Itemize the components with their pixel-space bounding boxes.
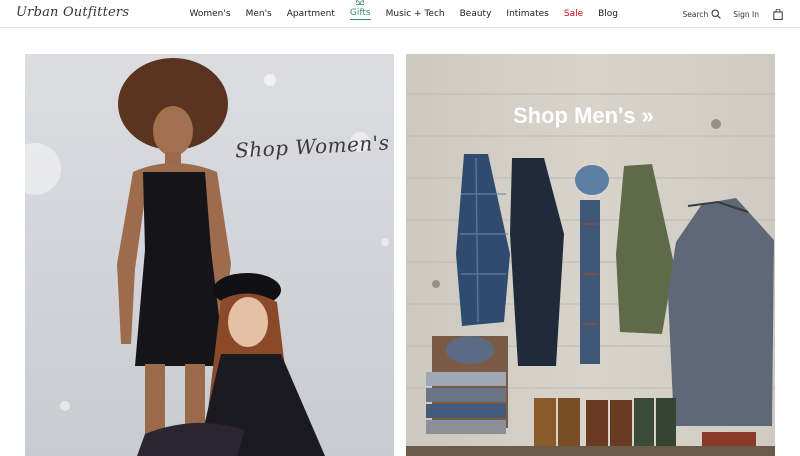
bag-button[interactable]: [773, 8, 783, 20]
main-nav: Women's Men's Apartment Gifts Music + Te…: [182, 0, 626, 28]
search-label: Search: [682, 9, 709, 19]
shopping-bag-icon: [773, 8, 783, 20]
nav-item-womens[interactable]: Women's: [190, 9, 231, 19]
gift-bow-icon: [356, 0, 365, 5]
logo-text: Urban Outfitters: [16, 5, 130, 20]
site-header: Urban Outfitters Women's Men's Apartment…: [0, 0, 800, 28]
search-button[interactable]: Search: [683, 9, 722, 19]
sign-in-link[interactable]: Sign In: [733, 10, 759, 19]
nav-item-blog[interactable]: Blog: [598, 9, 618, 19]
search-icon: [711, 9, 722, 19]
nav-item-sale[interactable]: Sale: [564, 9, 583, 19]
nav-item-gifts[interactable]: Gifts: [349, 0, 371, 20]
nav-item-gifts-label: Gifts: [349, 8, 371, 18]
nav-item-intimates[interactable]: Intimates: [506, 9, 548, 19]
nav-item-music-tech[interactable]: Music + Tech: [386, 9, 445, 19]
shop-mens-link[interactable]: Shop Men's »: [513, 103, 654, 129]
shop-womens-tile[interactable]: Shop Women's »: [25, 54, 394, 456]
nav-item-mens[interactable]: Men's: [246, 9, 272, 19]
womens-model-photo: [25, 58, 389, 456]
header-utilities: Search Sign In: [683, 0, 800, 28]
nav-item-beauty[interactable]: Beauty: [460, 9, 492, 19]
shop-mens-tile[interactable]: Shop Men's »: [406, 54, 775, 456]
nav-item-apartment[interactable]: Apartment: [287, 9, 335, 19]
